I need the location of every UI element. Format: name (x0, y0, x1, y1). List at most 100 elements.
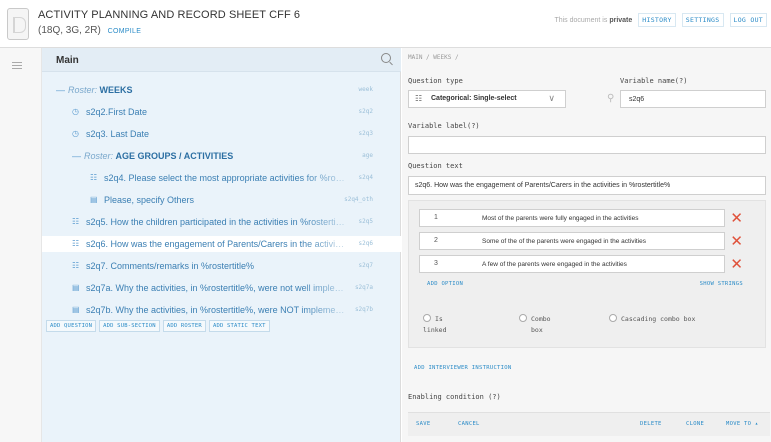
tree-question-item[interactable]: ◷ s2q3. Last Date s2q3 (42, 126, 401, 142)
radio-icon (519, 314, 527, 322)
option-text[interactable]: Most of the parents were fully engaged i… (482, 215, 638, 222)
tree-question-item[interactable]: ☷ s2q4. Please select the most appropriat… (42, 170, 401, 186)
option-code[interactable]: 3 (434, 260, 438, 267)
doc-status: This document is private (554, 17, 632, 24)
add-question-button[interactable]: ADD QUESTION (46, 320, 97, 332)
app-logo[interactable] (7, 8, 29, 40)
roster-name: AGE GROUPS / ACTIVITIES (115, 151, 234, 161)
option-code[interactable]: 1 (434, 214, 438, 221)
add-option-button[interactable]: ADD OPTION (427, 281, 463, 287)
display-mode-cascading[interactable]: Cascading combo box (609, 314, 695, 325)
header-actions: This document is private HISTORY SETTING… (554, 13, 767, 27)
questionnaire-stats: (18Q, 3G, 2R) COMPILE (38, 25, 141, 36)
left-toolbar (0, 48, 42, 442)
link-icon[interactable]: ⚲ (607, 93, 614, 104)
tree-item-label: s2q2.First Date (86, 107, 148, 117)
roster-name: WEEKS (99, 85, 133, 95)
questionnaire-title: ACTIVITY PLANNING AND RECORD SHEET CFF 6 (38, 9, 301, 21)
question-type-value: Categorical: Single-select (431, 95, 517, 102)
settings-button[interactable]: SETTINGS (681, 13, 724, 27)
add-static-text-button[interactable]: ADD STATIC TEXT (208, 320, 270, 332)
collapse-icon[interactable]: — (56, 85, 65, 95)
variable-name-input[interactable]: s2q6 (620, 90, 766, 108)
variable-name-tag: s2q7b (354, 306, 373, 313)
move-to-button[interactable]: MOVE TO ▴ (726, 421, 759, 427)
single-select-icon: ☷ (72, 261, 80, 270)
tree-item-label: Please, specify Others (104, 195, 195, 205)
delete-option-icon[interactable]: ✕ (730, 257, 743, 272)
tree-item-label: s2q3. Last Date (86, 129, 150, 139)
compile-button[interactable]: COMPILE (108, 28, 142, 35)
questionnaire-counts: (18Q, 3G, 2R) (38, 25, 101, 36)
date-icon: ◷ (72, 129, 79, 138)
tree-question-item[interactable]: ☷ s2q7. Comments/remarks in %rostertitle%… (42, 258, 401, 274)
option-row[interactable]: 1 Most of the parents were fully engaged… (419, 209, 725, 227)
option-code[interactable]: 2 (434, 237, 438, 244)
add-instruction-button[interactable]: ADD INTERVIEWER INSTRUCTION (414, 365, 512, 371)
chevron-down-icon: ∨ (548, 93, 555, 103)
date-icon: ◷ (72, 107, 79, 116)
delete-option-icon[interactable]: ✕ (730, 211, 743, 226)
variable-name-tag: s2q3 (358, 130, 373, 137)
text-icon: ▤ (72, 305, 80, 314)
roster-prefix: Roster: (84, 151, 114, 161)
tree-question-item[interactable]: ◷ s2q2.First Date s2q2 (42, 104, 401, 120)
logout-button[interactable]: LOG OUT (729, 13, 767, 27)
variable-name-tag: age (362, 152, 373, 159)
tree-question-item[interactable]: ▤ s2q7a. Why the activities, in %rosterti… (42, 280, 401, 296)
add-roster-button[interactable]: ADD ROSTER (162, 320, 206, 332)
question-type-label: Question type (408, 77, 463, 85)
display-mode-label-2: linked (423, 326, 447, 334)
tree-question-item[interactable]: ☷ s2q5. How the children participated in … (42, 214, 401, 230)
variable-name-tag: s2q7 (358, 262, 373, 269)
doc-status-value[interactable]: private (609, 17, 632, 24)
radio-icon (609, 314, 617, 322)
tree-roster-item[interactable]: — Roster: AGE GROUPS / ACTIVITIES age (42, 148, 401, 164)
cancel-button[interactable]: CANCEL (458, 421, 480, 427)
history-button[interactable]: HISTORY (638, 13, 676, 27)
variable-name-tag: s2q7a (354, 284, 373, 291)
display-mode-linked[interactable]: Is linked (423, 314, 446, 336)
delete-option-icon[interactable]: ✕ (730, 234, 743, 249)
question-text-label: Question text (408, 162, 463, 170)
search-icon[interactable] (381, 53, 391, 63)
clone-button[interactable]: CLONE (686, 421, 704, 427)
menu-icon[interactable] (12, 62, 22, 71)
option-row[interactable]: 3 A few of the parents were engaged in t… (419, 255, 725, 273)
tree-question-item[interactable]: ▤ Please, specify Others s2q4_oth (42, 192, 401, 208)
tree-roster-item[interactable]: — Roster: WEEKS week (42, 82, 401, 98)
display-mode-label-2: box (531, 326, 543, 334)
variable-name-label: Variable name(?) (620, 77, 688, 85)
question-type-select[interactable]: ☷ Categorical: Single-select ∨ (408, 90, 566, 108)
text-icon: ▤ (72, 283, 80, 292)
display-mode-combo[interactable]: Combo box (519, 314, 551, 336)
tree-question-item[interactable]: ☷ s2q6. How was the engagement of Parents… (42, 236, 401, 252)
text-icon: ▤ (90, 195, 98, 204)
tree-item-label: Roster: WEEKS (68, 85, 133, 95)
variable-label-label: Variable label(?) (408, 122, 480, 130)
variable-label-input[interactable] (408, 136, 766, 154)
tree-item-label: s2q7. Comments/remarks in %rostertitle% (86, 261, 255, 271)
app-header: ACTIVITY PLANNING AND RECORD SHEET CFF 6… (0, 0, 771, 48)
variable-name-tag: s2q6 (358, 240, 373, 247)
option-text[interactable]: Some of the of the parents were engaged … (482, 238, 646, 245)
collapse-icon[interactable]: — (72, 151, 81, 161)
display-mode-label: Combo (531, 315, 551, 323)
variable-name-tag: s2q5 (358, 218, 373, 225)
save-button[interactable]: SAVE (416, 421, 430, 427)
option-text[interactable]: A few of the parents were engaged in the… (482, 261, 627, 268)
add-sub-section-button[interactable]: ADD SUB-SECTION (99, 320, 160, 332)
show-strings-button[interactable]: SHOW STRINGS (700, 281, 743, 287)
delete-button[interactable]: DELETE (640, 421, 662, 427)
single-select-icon: ☷ (72, 239, 80, 248)
breadcrumb[interactable]: MAIN / WEEKS / (408, 54, 459, 61)
editor-action-bar: SAVE CANCEL DELETE CLONE MOVE TO ▴ (408, 412, 770, 436)
question-text-input[interactable]: s2q6. How was the engagement of Parents/… (408, 176, 766, 195)
variable-name-tag: s2q4_oth (344, 196, 373, 203)
option-row[interactable]: 2 Some of the of the parents were engage… (419, 232, 725, 250)
multi-select-icon: ☷ (90, 173, 98, 182)
radio-icon (423, 314, 431, 322)
tree-question-item[interactable]: ▤ s2q7b. Why the activities, in %rosterti… (42, 302, 401, 318)
roster-prefix: Roster: (68, 85, 98, 95)
variable-name-tag: week (358, 86, 373, 93)
